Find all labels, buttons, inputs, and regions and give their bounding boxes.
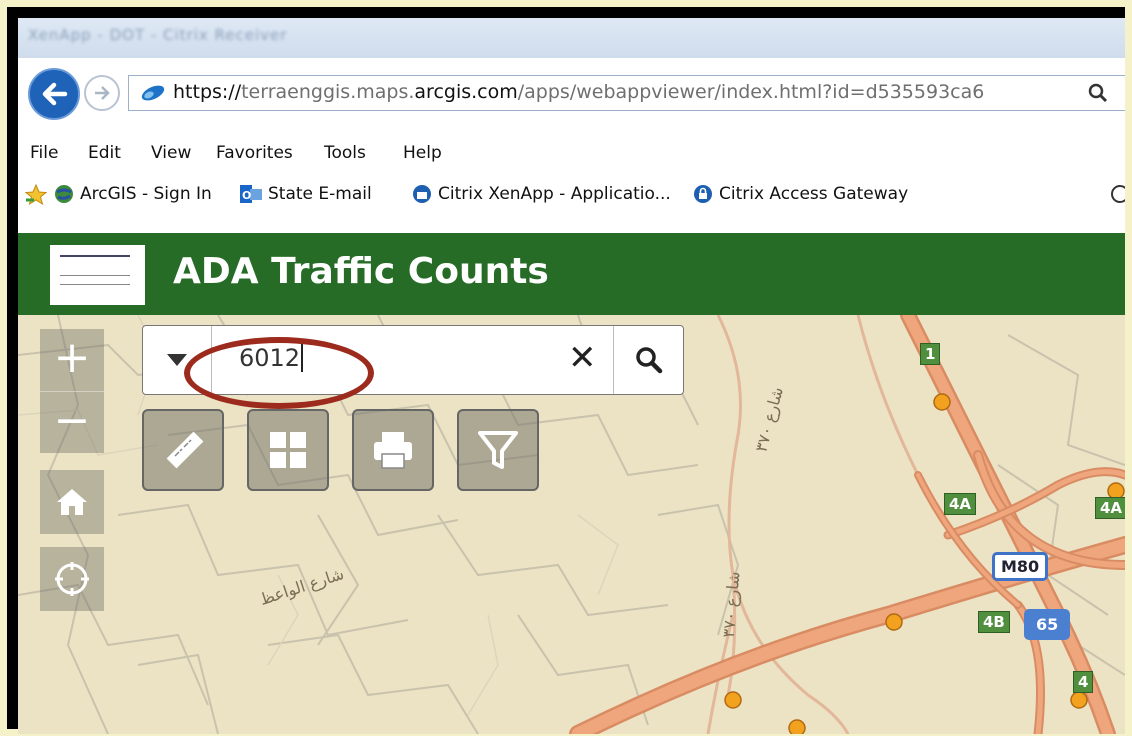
route-shield-4a: 4A (944, 493, 977, 515)
zoom-in-button[interactable]: + (40, 329, 104, 391)
search-icon (636, 347, 663, 374)
app-header: ADA Traffic Counts (18, 233, 1125, 315)
zoom-control: + − (40, 329, 104, 453)
clear-search-button[interactable]: ✕ (568, 340, 597, 376)
forward-button[interactable] (84, 75, 120, 111)
favorite-label: Citrix Access Gateway (719, 184, 909, 204)
route-shield-4a: 4A (1095, 497, 1125, 519)
lock-icon (694, 185, 712, 203)
citrix-icon (413, 185, 431, 203)
menu-edit[interactable]: Edit (88, 143, 121, 163)
arcgis-site-icon (141, 85, 165, 101)
favorite-label: State E-mail (268, 184, 372, 204)
address-row: https://terraenggis.maps.arcgis.com/apps… (18, 58, 1125, 134)
arrow-right-icon (95, 86, 110, 100)
menu-help[interactable]: Help (403, 143, 442, 163)
favorite-citrix-xenapp[interactable]: Citrix XenApp - Applicatio... (412, 184, 671, 204)
favorite-arcgis-sign-in[interactable]: ArcGIS - Sign In (54, 184, 212, 204)
favorite-label: ArcGIS - Sign In (80, 184, 212, 204)
menu-file[interactable]: File (30, 143, 58, 163)
favorite-citrix-access-gateway[interactable]: Citrix Access Gateway (693, 184, 908, 204)
zoom-out-button[interactable]: − (40, 391, 104, 454)
route-shield-4: 4 (1073, 671, 1094, 693)
app-title: ADA Traffic Counts (173, 251, 549, 292)
outlook-icon: O (240, 185, 262, 203)
favorites-bar: ArcGIS - Sign In O State E-mail Citrix X… (18, 176, 1125, 216)
back-button[interactable] (28, 68, 80, 120)
browser-window: XenApp - DOT - Citrix Receiver https://t… (18, 18, 1125, 734)
screenshot-frame: XenApp - DOT - Citrix Receiver https://t… (0, 0, 1132, 736)
grid-icon (270, 432, 306, 468)
favorites-star-icon[interactable] (24, 184, 48, 206)
menu-view[interactable]: View (151, 143, 191, 163)
svg-text:O: O (242, 189, 251, 202)
favorite-label: Citrix XenApp - Applicatio... (438, 184, 671, 204)
basemap-gallery-button[interactable] (247, 409, 329, 491)
favorite-overflow-icon[interactable] (1110, 184, 1125, 204)
address-bar[interactable]: https://terraenggis.maps.arcgis.com/apps… (128, 75, 1125, 111)
window-title-bar: XenApp - DOT - Citrix Receiver (18, 18, 1125, 58)
url-text: https://terraenggis.maps.arcgis.com/apps… (173, 81, 985, 103)
menu-bar: File Edit View Favorites Tools Help (18, 136, 1125, 174)
route-shield-m80: M80 (992, 552, 1049, 581)
home-icon (57, 489, 87, 515)
caret-down-icon (167, 354, 187, 366)
window-title: XenApp - DOT - Citrix Receiver (28, 26, 288, 44)
home-button[interactable] (40, 470, 104, 534)
search-submit-button[interactable] (613, 326, 684, 394)
route-shield-1: 1 (920, 343, 941, 365)
map-view[interactable]: 1 4A 4A M80 4B 65 4 شارع الواعظ شارع ٣٧٠… (18, 315, 1125, 734)
locate-icon (55, 562, 89, 596)
ruler-icon (166, 431, 204, 469)
filter-button[interactable] (457, 409, 539, 491)
menu-favorites[interactable]: Favorites (216, 143, 293, 163)
favorite-state-email[interactable]: O State E-mail (240, 184, 372, 204)
arrow-left-icon (42, 82, 68, 106)
measure-tool-button[interactable] (142, 409, 224, 491)
app-logo (50, 245, 145, 305)
my-location-button[interactable] (40, 547, 104, 611)
route-shield-65: 65 (1024, 609, 1071, 640)
route-shield-4b: 4B (978, 611, 1010, 633)
print-button[interactable] (352, 409, 434, 491)
filter-icon (478, 431, 518, 469)
menu-tools[interactable]: Tools (324, 143, 366, 163)
search-icon[interactable] (1087, 82, 1109, 104)
search-highlight-annotation (184, 337, 374, 409)
globe-icon (55, 185, 73, 203)
print-icon (374, 432, 412, 469)
